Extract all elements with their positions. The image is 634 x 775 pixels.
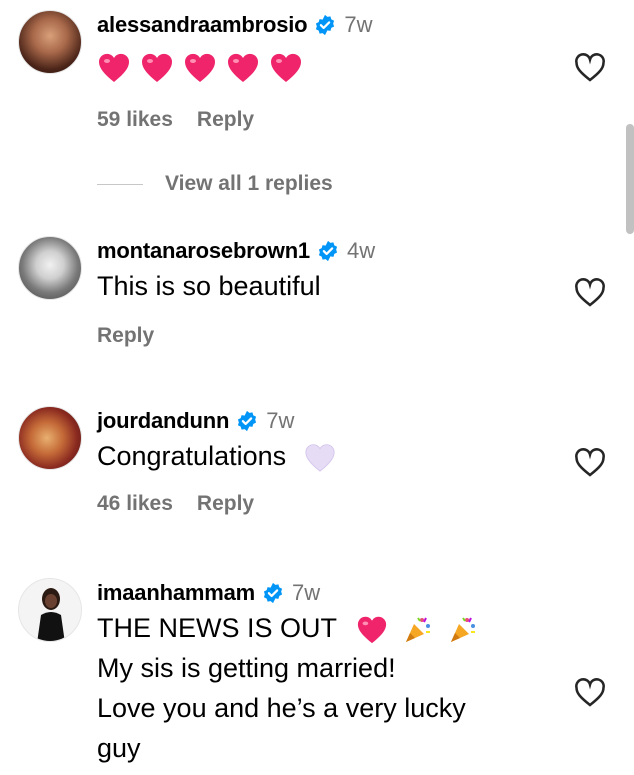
white-heart-emoji	[305, 444, 335, 472]
avatar[interactable]	[18, 10, 82, 74]
view-replies-button[interactable]: View all 1 replies	[97, 172, 333, 196]
avatar[interactable]	[18, 406, 82, 470]
verified-badge-icon	[318, 240, 338, 262]
red-heart-emoji	[141, 53, 173, 82]
red-heart-emoji	[98, 53, 130, 82]
timestamp: 4w	[346, 238, 376, 263]
divider	[97, 183, 143, 185]
comment-line-1: THE NEWS IS OUT	[97, 608, 557, 648]
red-heart-emoji	[270, 53, 302, 82]
comment-line-4: guy	[97, 733, 141, 763]
verified-badge-icon	[238, 410, 257, 432]
comment-text: THE NEWS IS OUT My sis is getting marrie…	[97, 608, 557, 768]
comment-line-2: My sis is getting married!	[97, 653, 396, 683]
scrollbar-thumb[interactable]	[626, 124, 634, 234]
view-replies-label: View all 1 replies	[165, 172, 333, 195]
reply-button[interactable]: Reply	[197, 108, 254, 132]
timestamp: 7w	[266, 408, 295, 433]
verified-badge-icon	[263, 582, 283, 604]
likes-count[interactable]: 46 likes	[97, 492, 173, 516]
comment-text-content: Congratulations	[97, 441, 287, 471]
like-heart-icon[interactable]	[573, 51, 607, 85]
verified-badge-icon	[316, 14, 335, 36]
reply-button[interactable]: Reply	[97, 324, 154, 348]
username[interactable]: montanarosebrown1	[97, 238, 310, 264]
comment-line-3: Love you and he’s a very lucky	[97, 693, 466, 723]
likes-count[interactable]: 59 likes	[97, 108, 173, 132]
like-heart-icon[interactable]	[573, 276, 607, 310]
avatar[interactable]	[18, 236, 82, 300]
like-heart-icon[interactable]	[573, 676, 607, 710]
like-heart-icon[interactable]	[573, 446, 607, 480]
avatar[interactable]	[18, 578, 82, 642]
red-heart-emoji	[357, 616, 387, 644]
reply-button[interactable]: Reply	[197, 492, 254, 516]
comment-text: Congratulations	[97, 436, 557, 476]
party-popper-icon	[451, 617, 476, 642]
timestamp: 7w	[291, 580, 321, 605]
party-popper-icon	[405, 617, 430, 642]
red-heart-emoji	[227, 53, 259, 82]
username[interactable]: imaanhammam	[97, 580, 255, 606]
comment-text: This is so beautiful	[97, 271, 321, 301]
comment-text	[97, 52, 557, 88]
username[interactable]: jourdandunn	[97, 408, 229, 434]
comment-line-1-text: THE NEWS IS OUT	[97, 613, 337, 643]
timestamp: 7w	[344, 12, 373, 37]
avatar-figure	[37, 588, 65, 641]
red-heart-emoji	[184, 53, 216, 82]
username[interactable]: alessandraambrosio	[97, 12, 308, 38]
